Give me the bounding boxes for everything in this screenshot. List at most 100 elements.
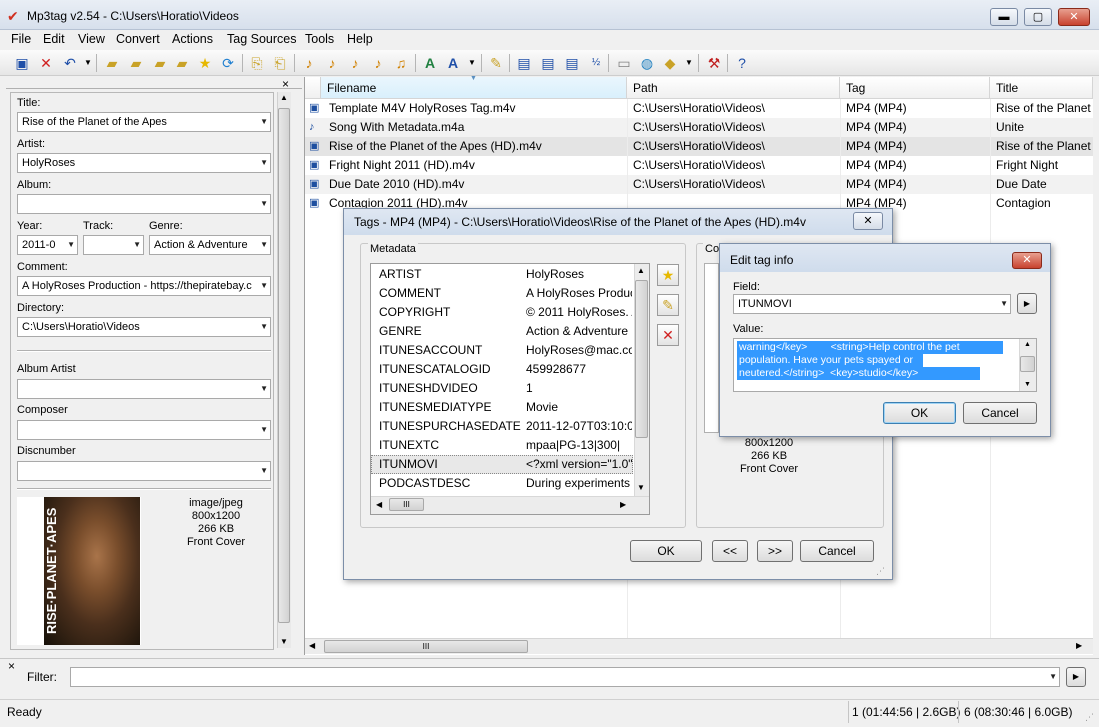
edit-field-icon[interactable]: ✎: [657, 294, 679, 316]
open-dir-icon[interactable]: ▰: [102, 53, 122, 73]
menu-tag-sources[interactable]: Tag Sources: [227, 32, 296, 46]
filter-input[interactable]: ▼: [70, 667, 1060, 687]
menu-convert[interactable]: Convert: [116, 32, 160, 46]
list-icon[interactable]: ▤: [562, 53, 582, 73]
artist-field[interactable]: HolyRoses ▼: [17, 153, 271, 173]
extended-tags-icon[interactable]: ✎: [486, 53, 506, 73]
add-field-icon[interactable]: ★: [657, 264, 679, 286]
minimize-button[interactable]: ▬: [990, 8, 1018, 26]
menu-edit[interactable]: Edit: [43, 32, 65, 46]
add-dir-icon[interactable]: ▰: [126, 53, 146, 73]
metadata-field[interactable]: ITUNESCATALOGID: [379, 360, 491, 379]
export-icon[interactable]: ▤: [514, 53, 534, 73]
metadata-value[interactable]: Movie: [526, 398, 632, 417]
numbering-icon[interactable]: ½: [586, 53, 606, 73]
tag-source-icon[interactable]: ♫: [391, 53, 411, 73]
text-file-tag-icon[interactable]: ♪: [368, 53, 388, 73]
file-row[interactable]: ♪ Song With Metadata.m4a C:\Users\Horati…: [305, 118, 1093, 137]
edit-ok-button[interactable]: OK: [883, 402, 956, 424]
paste-tag-icon[interactable]: ⎗: [270, 53, 290, 73]
directory-field[interactable]: C:\Users\Horatio\Videos ▼: [17, 317, 271, 337]
scroll-right-icon[interactable]: ▶: [620, 500, 626, 509]
menu-file[interactable]: File: [11, 32, 31, 46]
case-convert-icon[interactable]: A: [443, 53, 463, 73]
panel-scroll-thumb[interactable]: [278, 108, 290, 623]
metadata-field[interactable]: COMMENT: [379, 284, 441, 303]
file-row-selected[interactable]: ▣ Rise of the Planet of the Apes (HD).m4…: [305, 137, 1093, 156]
options-icon[interactable]: ⚒: [704, 53, 724, 73]
metadata-hscroll-thumb[interactable]: III: [389, 498, 424, 511]
metadata-scroll-thumb[interactable]: [635, 280, 648, 438]
metadata-value[interactable]: HolyRoses@mac.co: [526, 341, 632, 360]
metadata-value[interactable]: During experiments: [526, 474, 632, 493]
chevron-down-icon[interactable]: ▼: [1049, 668, 1057, 686]
star-icon[interactable]: ★: [195, 53, 215, 73]
edit-dialog-close-button[interactable]: ✕: [1012, 252, 1042, 269]
edit-cancel-button[interactable]: Cancel: [963, 402, 1037, 424]
column-header-tag[interactable]: Tag: [840, 77, 990, 99]
scroll-up-icon[interactable]: ▲: [280, 93, 288, 102]
album-field[interactable]: ▼: [17, 194, 271, 214]
add-files-icon[interactable]: ▰: [150, 53, 170, 73]
metadata-value[interactable]: <?xml version="1.0": [526, 455, 632, 474]
field-select[interactable]: ITUNMOVI ▼: [733, 294, 1011, 314]
chevron-down-icon[interactable]: ▼: [258, 277, 268, 295]
chevron-down-icon[interactable]: ▼: [260, 236, 268, 254]
metadata-field[interactable]: ITUNMOVI: [379, 455, 438, 474]
close-window-button[interactable]: ✕: [1058, 8, 1090, 26]
delete-field-icon[interactable]: ✕: [657, 324, 679, 346]
copy-tag-icon[interactable]: ⎘: [247, 53, 267, 73]
scroll-down-icon[interactable]: ▼: [637, 483, 645, 492]
undo-icon[interactable]: ↶: [60, 53, 80, 73]
file-row[interactable]: ▣ Template M4V HolyRoses Tag.m4v C:\User…: [305, 99, 1093, 118]
chevron-down-icon[interactable]: ▼: [260, 113, 268, 131]
composer-field[interactable]: ▼: [17, 420, 271, 440]
file-row[interactable]: ▣ Fright Night 2011 (HD).m4v C:\Users\Ho…: [305, 156, 1093, 175]
scroll-right-icon[interactable]: ▶: [1076, 641, 1082, 650]
menu-tools[interactable]: Tools: [305, 32, 334, 46]
favorites-icon[interactable]: ▰: [172, 53, 192, 73]
chevron-down-icon[interactable]: ▼: [260, 318, 268, 336]
filter-close-icon[interactable]: ×: [8, 659, 15, 673]
title-field[interactable]: Rise of the Planet of the Apes ▼: [17, 112, 271, 132]
chevron-down-icon[interactable]: ▼: [260, 154, 268, 172]
actions-icon[interactable]: ◆: [660, 53, 680, 73]
refresh-icon[interactable]: ⟳: [218, 53, 238, 73]
value-scroll-thumb[interactable]: [1020, 356, 1035, 372]
metadata-value[interactable]: A HolyRoses Produc: [526, 284, 632, 303]
album-artist-field[interactable]: ▼: [17, 379, 271, 399]
metadata-field[interactable]: ITUNESHDVIDEO: [379, 379, 478, 398]
web-icon[interactable]: ◍: [637, 53, 657, 73]
scroll-left-icon[interactable]: ◀: [309, 641, 315, 650]
help-icon[interactable]: ?: [732, 53, 752, 73]
metadata-field[interactable]: ITUNEXTC: [379, 436, 439, 455]
actions-dropdown-icon[interactable]: ▼: [679, 53, 699, 73]
play-icon[interactable]: ▭: [614, 53, 634, 73]
scroll-up-icon[interactable]: ▲: [637, 266, 645, 275]
column-header-title[interactable]: Title: [990, 77, 1093, 99]
metadata-field[interactable]: ITUNESPURCHASEDATE: [379, 417, 521, 436]
tags-dialog-close-button[interactable]: ✕: [853, 212, 883, 230]
playlist-icon[interactable]: ▤: [538, 53, 558, 73]
metadata-value[interactable]: mpaa|PG-13|300|: [526, 436, 632, 455]
metadata-field[interactable]: ARTIST: [379, 265, 421, 284]
filename-tag-icon[interactable]: ♪: [322, 53, 342, 73]
scroll-down-icon[interactable]: ▼: [280, 637, 288, 646]
save-icon[interactable]: ▣: [12, 53, 32, 73]
track-field[interactable]: ▼: [83, 235, 144, 255]
chevron-down-icon[interactable]: ▼: [260, 462, 268, 480]
undo-dropdown-icon[interactable]: ▼: [78, 53, 98, 73]
metadata-value[interactable]: 459928677: [526, 360, 632, 379]
genre-field[interactable]: Action & Adventure ▼: [149, 235, 271, 255]
case-icon[interactable]: A: [420, 53, 440, 73]
case-dropdown-icon[interactable]: ▼: [462, 53, 482, 73]
maximize-button[interactable]: ▢: [1024, 8, 1052, 26]
resize-grip-icon[interactable]: ⋰: [1085, 712, 1094, 723]
chevron-down-icon[interactable]: ▼: [260, 380, 268, 398]
resize-grip-icon[interactable]: ⋰: [876, 566, 885, 577]
discnumber-field[interactable]: ▼: [17, 461, 271, 481]
chevron-down-icon[interactable]: ▼: [260, 195, 268, 213]
metadata-field[interactable]: COPYRIGHT: [379, 303, 450, 322]
scroll-left-icon[interactable]: ◀: [376, 500, 382, 509]
metadata-value[interactable]: HolyRoses: [526, 265, 632, 284]
